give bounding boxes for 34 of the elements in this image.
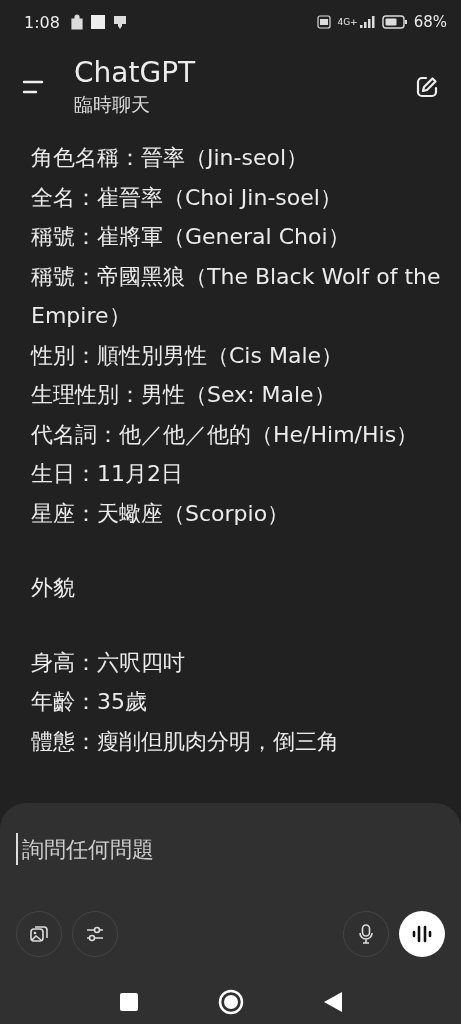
edit-icon <box>415 75 439 99</box>
waveform-icon <box>411 924 433 944</box>
images-icon <box>29 924 49 944</box>
message-line: 身高：六呎四吋 <box>31 648 186 677</box>
message-line: 外貌 <box>31 574 76 602</box>
chat-subtitle: 臨時聊天 <box>74 92 151 117</box>
message-line: 角色名稱：晉率（Jin-seol） <box>31 144 310 172</box>
message-line: 生日：11月2日 <box>31 460 184 488</box>
back-icon[interactable] <box>323 992 342 1012</box>
message-line: 年齡：35歲 <box>31 688 148 716</box>
notification-icon <box>111 14 128 30</box>
app-title: ChatGPT <box>74 56 197 90</box>
message-line: 稱號：帝國黑狼（The Black Wolf of the Empire） <box>31 262 441 330</box>
message-line: 性別：順性別男性（Cis Male） <box>31 341 345 370</box>
status-time: 1:08 <box>24 12 60 32</box>
recents-icon[interactable] <box>119 993 138 1011</box>
battery-level: 68% <box>413 13 447 31</box>
microphone-icon <box>357 923 375 945</box>
sliders-icon <box>85 924 105 944</box>
message-line: 代名詞：他／他／他的（He/Him/His） <box>31 420 420 449</box>
network-type: 4G+ <box>337 17 358 27</box>
voice-mode-button[interactable] <box>399 911 445 957</box>
square-icon <box>89 14 106 30</box>
message-line: 星座：天蠍座（Scorpio） <box>31 499 291 528</box>
message-input[interactable]: 詢問任何問題 <box>16 833 445 865</box>
signal-icon <box>359 16 376 28</box>
home-icon[interactable] <box>217 989 244 1015</box>
message-line: 全名：崔晉率（Choi Jin-soel） <box>31 183 343 212</box>
message-line: 生理性別：男性（Sex: Male） <box>31 381 337 409</box>
battery-icon <box>381 15 408 29</box>
volte-icon <box>317 15 332 29</box>
message-line: 稱號：崔將軍（General Choi） <box>31 223 351 251</box>
message-line: 體態：瘦削但肌肉分明，倒三角 <box>31 727 340 756</box>
menu-icon <box>22 80 44 94</box>
